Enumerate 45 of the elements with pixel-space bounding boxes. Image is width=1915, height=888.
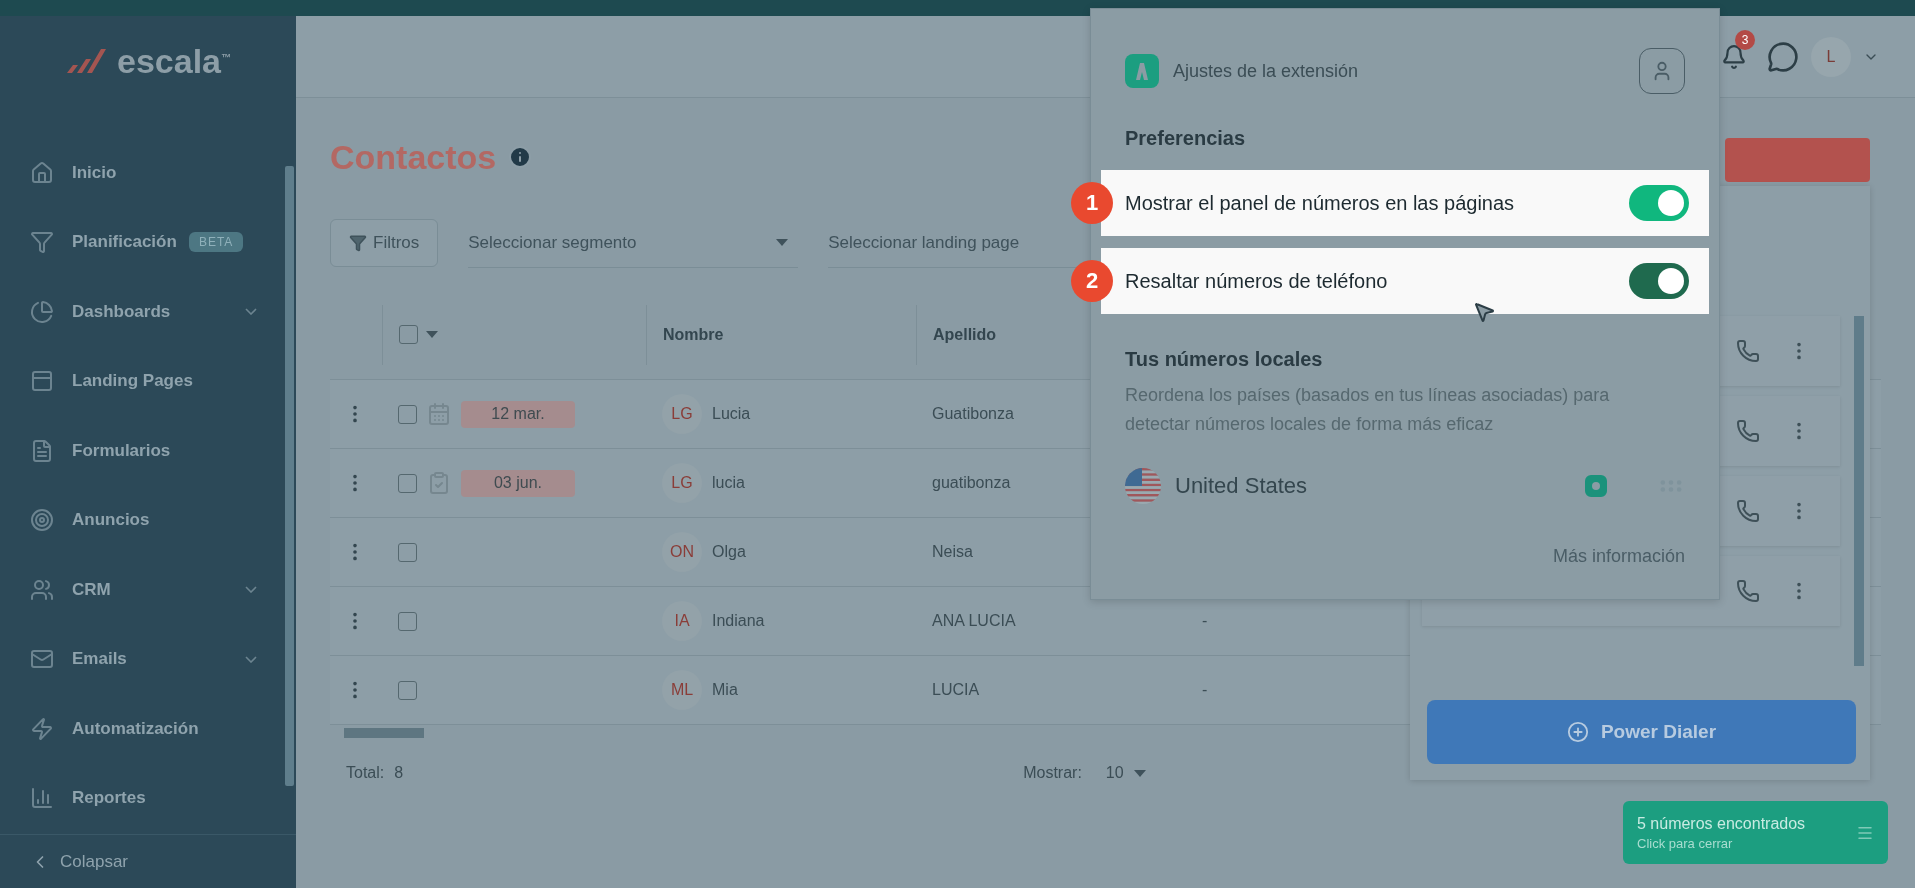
table-cell: Lucia xyxy=(712,405,751,423)
initials-avatar: LG xyxy=(662,394,702,434)
badge-subtitle: Click para cerrar xyxy=(1637,835,1734,851)
nav-label: Automatización xyxy=(72,718,199,739)
nav-label: Formularios xyxy=(72,440,171,461)
option-label: Resaltar números de teléfono xyxy=(1125,269,1388,293)
table-cell-text: ANA LUCIA xyxy=(931,612,1017,630)
nav-label: Landing Pages xyxy=(72,371,193,392)
nav-label: Reportes xyxy=(72,788,146,809)
page-title: Contactos xyxy=(330,137,497,177)
nav-label: Dashboards xyxy=(72,301,171,322)
badge-title: 5 números encontrados xyxy=(1637,814,1807,833)
beta-badge: BETA xyxy=(188,232,244,253)
table-cell-text: Guatibonza xyxy=(931,405,1015,423)
notification-count: 3 xyxy=(1735,29,1755,50)
step-marker: 2 xyxy=(1071,260,1113,302)
nav-label: Emails xyxy=(72,649,127,670)
date-tag: 12 mar. xyxy=(461,400,575,428)
logo: escala$^{™}$ xyxy=(0,16,296,106)
initials-avatar: IA xyxy=(662,601,702,641)
table-cell-text: - xyxy=(1201,612,1209,630)
date-tag: 03 jun. xyxy=(461,469,575,497)
option-label: Mostrar el panel de números en las páginas xyxy=(1125,191,1515,215)
total-value: 8 xyxy=(394,764,404,782)
table-cell-text: Neisa xyxy=(931,543,974,561)
show-label: Mostrar: xyxy=(1023,764,1082,782)
total-label: Total: xyxy=(346,764,385,782)
nav-label: Planificación xyxy=(72,232,177,253)
table-cell-text: - xyxy=(1201,681,1209,699)
nav-label: CRM xyxy=(72,579,111,600)
section-heading: Preferencias xyxy=(1125,127,1247,150)
nav-label: Inicio xyxy=(72,162,117,183)
table-cell: lucia xyxy=(712,474,745,492)
country-name: United States xyxy=(1175,473,1309,499)
table-cell: Indiana xyxy=(712,612,765,630)
step-marker: 1 xyxy=(1071,182,1113,224)
table-cell: Mia xyxy=(712,681,738,699)
popup-title: Ajustes de la extensión xyxy=(1173,60,1360,82)
nav-label: Anuncios xyxy=(72,510,150,531)
initials-avatar: ON xyxy=(662,532,702,572)
table-cell: Olga xyxy=(712,543,746,561)
collapse-label: Colapsar xyxy=(60,851,129,872)
initials-avatar: ML xyxy=(662,670,702,710)
initials-avatar: LG xyxy=(662,463,702,503)
table-cell-text: LUCIA xyxy=(931,681,981,699)
